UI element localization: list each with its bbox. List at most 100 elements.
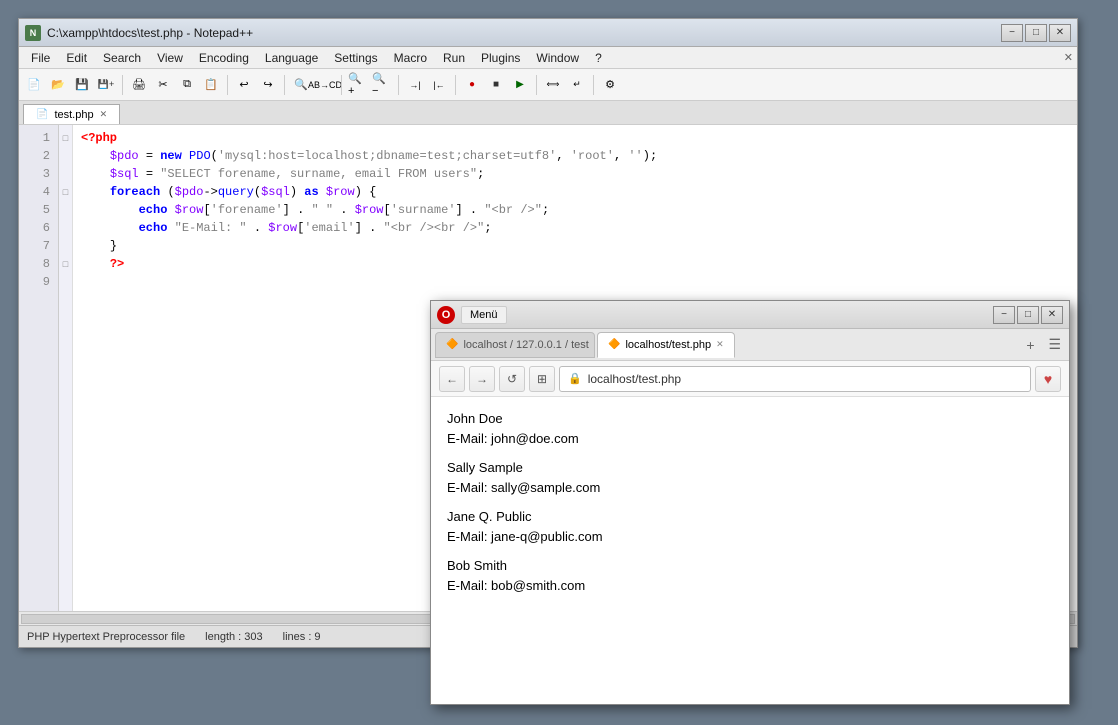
browser-email-2: E-Mail: sally@sample.com [447, 478, 1053, 498]
browser-spacer-1 [447, 448, 1053, 458]
tb-replace[interactable]: AB→CD [314, 74, 336, 96]
tb-redo[interactable]: ↪ [257, 74, 279, 96]
menu-edit[interactable]: Edit [58, 49, 95, 67]
npp-title: C:\xampp\htdocs\test.php - Notepad++ [47, 26, 1001, 40]
opera-tab-2-icon: 🔶 [608, 339, 620, 350]
browser-email-3: E-Mail: jane-q@public.com [447, 527, 1053, 547]
tb-zoom-out[interactable]: 🔍− [371, 74, 393, 96]
menu-search[interactable]: Search [95, 49, 149, 67]
npp-close-button[interactable]: ✕ [1049, 24, 1071, 42]
fold-4[interactable]: □ [61, 183, 71, 201]
menu-plugins[interactable]: Plugins [473, 49, 528, 67]
code-line-2: $pdo = new PDO('mysql:host=localhost;dbn… [81, 147, 1069, 165]
opera-favorite-button[interactable]: ♥ [1035, 366, 1061, 392]
tb-wrap[interactable]: ↵ [566, 74, 588, 96]
browser-email-1: E-Mail: john@doe.com [447, 429, 1053, 449]
browser-name-3: Jane Q. Public [447, 507, 1053, 527]
tb-print[interactable]: 🖨 [128, 74, 150, 96]
npp-status-filetype: PHP Hypertext Preprocessor file [27, 631, 185, 643]
tb-separator-3 [284, 75, 285, 95]
code-line-1: <?php [81, 129, 1069, 147]
opera-tab-2-close[interactable]: ✕ [716, 339, 724, 350]
browser-name-1: John Doe [447, 409, 1053, 429]
npp-tab-close[interactable]: ✕ [100, 109, 108, 120]
code-line-4: foreach ($pdo->query($sql) as $row) { [81, 183, 1069, 201]
opera-tab-menu-button[interactable]: ☰ [1044, 336, 1065, 353]
npp-menubar: File Edit Search View Encoding Language … [19, 47, 1077, 69]
npp-status-lines: lines : 9 [283, 631, 321, 643]
menu-encoding[interactable]: Encoding [191, 49, 257, 67]
opera-url-text: localhost/test.php [588, 372, 681, 386]
tb-play-macro[interactable]: ▶ [509, 74, 531, 96]
opera-new-tab-button[interactable]: + [1018, 333, 1042, 357]
tb-undo[interactable]: ↩ [233, 74, 255, 96]
opera-restore-button[interactable]: □ [1017, 306, 1039, 324]
npp-restore-button[interactable]: □ [1025, 24, 1047, 42]
npp-tab-label: test.php [54, 109, 93, 121]
opera-close-button[interactable]: ✕ [1041, 306, 1063, 324]
tb-separator-7 [536, 75, 537, 95]
menu-view[interactable]: View [149, 49, 191, 67]
tb-open[interactable]: 📂 [47, 74, 69, 96]
browser-email-4: E-Mail: bob@smith.com [447, 576, 1053, 596]
menu-run[interactable]: Run [435, 49, 473, 67]
fold-1[interactable]: □ [61, 129, 71, 147]
menu-file[interactable]: File [23, 49, 58, 67]
tb-separator-1 [122, 75, 123, 95]
code-line-5: echo $row['forename'] . " " . $row['surn… [81, 201, 1069, 219]
npp-titlebar: N C:\xampp\htdocs\test.php - Notepad++ −… [19, 19, 1077, 47]
npp-tabbar: 📄 test.php ✕ [19, 101, 1077, 125]
opera-tab-phpmyadmin[interactable]: 🔶 localhost / 127.0.0.1 / test ✕ [435, 332, 595, 358]
menu-help[interactable]: ? [587, 49, 610, 67]
browser-entry-1: John Doe E-Mail: john@doe.com [447, 409, 1053, 448]
npp-fold-column: □ □ □ [59, 125, 73, 611]
tb-save[interactable]: 💾 [71, 74, 93, 96]
opera-reload-button[interactable]: ↺ [499, 366, 525, 392]
tb-zoom-in[interactable]: 🔍+ [347, 74, 369, 96]
tb-unindent[interactable]: |← [428, 74, 450, 96]
opera-window-controls: − □ ✕ [993, 306, 1063, 324]
npp-line-numbers: 1234 56789 [19, 125, 59, 611]
opera-tab-2-label: localhost/test.php [625, 339, 711, 351]
browser-name-2: Sally Sample [447, 458, 1053, 478]
tb-sync-scroll[interactable]: ⟺ [542, 74, 564, 96]
npp-close-x[interactable]: ✕ [1064, 51, 1073, 64]
browser-entry-2: Sally Sample E-Mail: sally@sample.com [447, 458, 1053, 497]
code-line-9 [81, 273, 1069, 291]
menu-settings[interactable]: Settings [326, 49, 385, 67]
opera-forward-button[interactable]: → [469, 366, 495, 392]
tb-new[interactable]: 📄 [23, 74, 45, 96]
fold-8[interactable]: □ [61, 255, 71, 273]
opera-menu-button[interactable]: Menü [461, 306, 507, 324]
opera-pages-button[interactable]: ⊞ [529, 366, 555, 392]
menu-language[interactable]: Language [257, 49, 326, 67]
code-line-7: } [81, 237, 1069, 255]
opera-minimize-button[interactable]: − [993, 306, 1015, 324]
npp-app-icon: N [25, 25, 41, 41]
menu-macro[interactable]: Macro [386, 49, 435, 67]
opera-tab-1-close[interactable]: ✕ [594, 339, 595, 350]
npp-status-length: length : 303 [205, 631, 263, 643]
tb-cut[interactable]: ✂ [152, 74, 174, 96]
browser-spacer-2 [447, 497, 1053, 507]
fold-5 [61, 201, 71, 219]
tb-paste[interactable]: 📋 [200, 74, 222, 96]
npp-tab-testphp[interactable]: 📄 test.php ✕ [23, 104, 120, 124]
tb-stop-macro[interactable]: ■ [485, 74, 507, 96]
tb-separator-4 [341, 75, 342, 95]
opera-tab-testphp[interactable]: 🔶 localhost/test.php ✕ [597, 332, 735, 358]
menu-window[interactable]: Window [528, 49, 587, 67]
tb-settings[interactable]: ⚙ [599, 74, 621, 96]
opera-url-security-icon: 🔒 [568, 372, 582, 385]
tb-separator-6 [455, 75, 456, 95]
code-line-8: ?> [81, 255, 1069, 273]
tb-copy[interactable]: ⧉ [176, 74, 198, 96]
tb-record-macro[interactable]: ● [461, 74, 483, 96]
opera-url-bar[interactable]: 🔒 localhost/test.php [559, 366, 1031, 392]
tb-indent[interactable]: →| [404, 74, 426, 96]
npp-minimize-button[interactable]: − [1001, 24, 1023, 42]
opera-back-button[interactable]: ← [439, 366, 465, 392]
opera-tabbar: 🔶 localhost / 127.0.0.1 / test ✕ 🔶 local… [431, 329, 1069, 361]
tb-separator-5 [398, 75, 399, 95]
tb-save-all[interactable]: 💾+ [95, 74, 117, 96]
